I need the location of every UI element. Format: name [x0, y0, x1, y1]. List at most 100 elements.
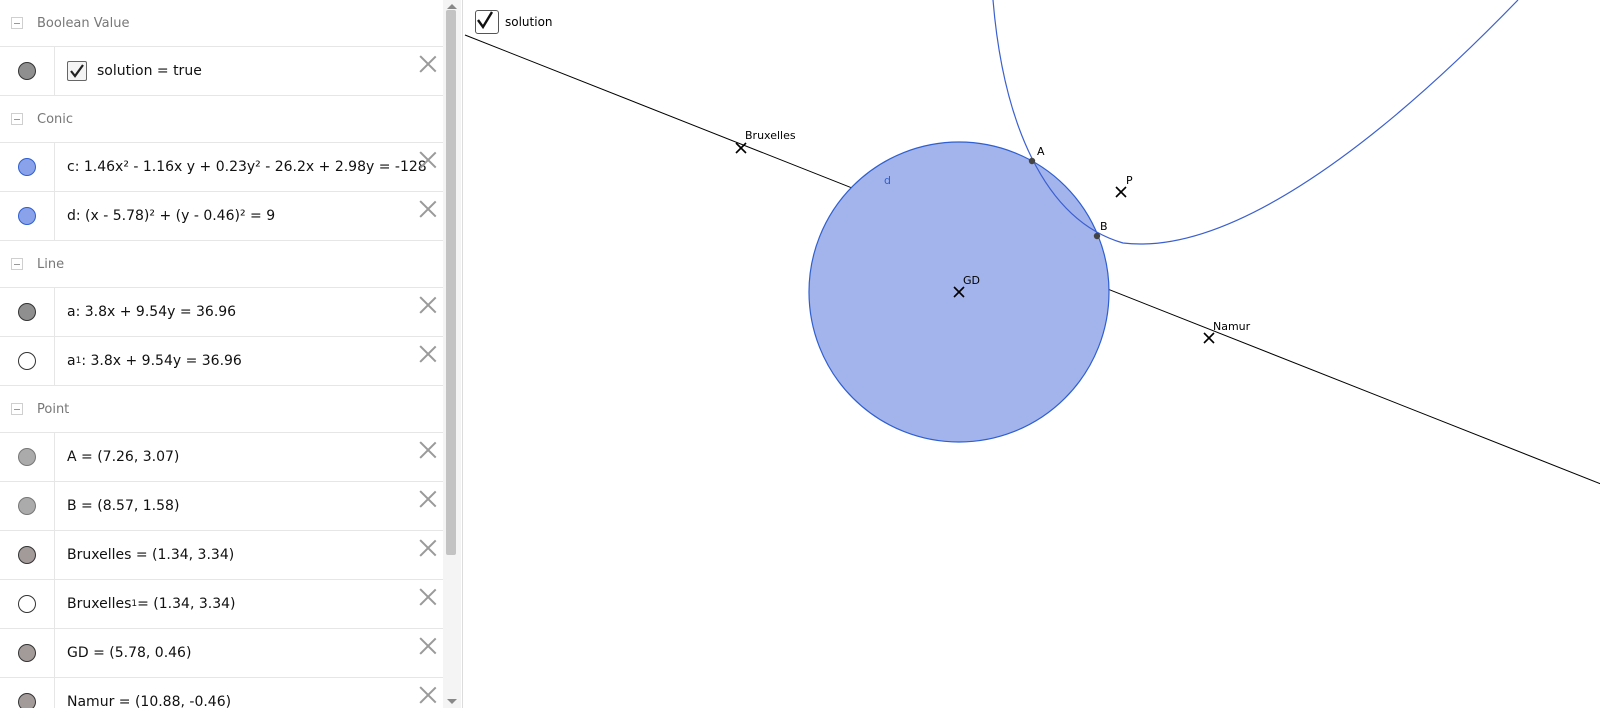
marble-cell[interactable] [0, 531, 55, 579]
marble-cell[interactable] [0, 143, 55, 191]
marble-cell[interactable] [0, 192, 55, 240]
delete-icon[interactable] [419, 686, 437, 704]
delete-icon[interactable] [419, 345, 437, 363]
row-label: a: 3.8x + 9.54y = 36.96 [67, 304, 237, 320]
delete-icon[interactable] [419, 588, 437, 606]
collapse-icon[interactable] [11, 403, 23, 415]
row-content[interactable]: Namur = (10.88, -0.46) [55, 694, 443, 708]
marble-cell[interactable] [0, 629, 55, 677]
visibility-marble-icon[interactable] [18, 644, 36, 662]
graphics-solution-checkbox[interactable]: solution [475, 10, 553, 34]
row-label: B = (8.57, 1.58) [67, 498, 180, 514]
row-content[interactable]: Bruxelles 1 = (1.34, 3.34) [55, 596, 443, 612]
group-title: Boolean Value [37, 15, 130, 31]
group-header[interactable]: Conic [0, 96, 443, 142]
row-content[interactable]: GD = (5.78, 0.46) [55, 645, 443, 661]
algebra-row-namur[interactable]: Namur = (10.88, -0.46) [0, 677, 443, 708]
marble-cell[interactable] [0, 288, 55, 336]
algebra-row-B[interactable]: B = (8.57, 1.58) [0, 481, 443, 530]
row-content[interactable]: a1: 3.8x + 9.54y = 36.96 [55, 353, 443, 369]
row-label-rest: = (1.34, 3.34) [137, 596, 236, 612]
marble-cell[interactable] [0, 47, 55, 95]
group-title: Conic [37, 111, 74, 127]
visibility-marble-icon[interactable] [18, 693, 36, 708]
graphics-canvas[interactable]: A B d Bruxelles GD P Namur [463, 0, 1600, 708]
row-content[interactable]: c: 1.46x² - 1.16x y + 0.23y² - 26.2x + 2… [55, 159, 443, 175]
point-B-label: B [1100, 220, 1108, 233]
row-content[interactable]: solution = true [55, 61, 443, 81]
delete-icon[interactable] [419, 637, 437, 655]
marble-cell[interactable] [0, 482, 55, 530]
marble-cell[interactable] [0, 433, 55, 481]
visibility-marble-icon[interactable] [18, 595, 36, 613]
row-label: d: (x - 5.78)² + (y - 0.46)² = 9 [67, 208, 276, 224]
delete-icon[interactable] [419, 490, 437, 508]
row-content[interactable]: a: 3.8x + 9.54y = 36.96 [55, 304, 443, 320]
row-label: Namur = (10.88, -0.46) [67, 694, 232, 708]
point-namur[interactable] [1203, 332, 1215, 344]
row-content[interactable]: B = (8.57, 1.58) [55, 498, 443, 514]
delete-icon[interactable] [419, 441, 437, 459]
point-p[interactable] [1115, 186, 1127, 198]
point-A[interactable] [1028, 157, 1036, 165]
row-content[interactable]: d: (x - 5.78)² + (y - 0.46)² = 9 [55, 208, 443, 224]
algebra-row-bruxelles[interactable]: Bruxelles = (1.34, 3.34) [0, 530, 443, 579]
point-A-label: A [1037, 145, 1045, 158]
solution-checkbox-label: solution [505, 15, 553, 29]
circle-d-label: d [884, 174, 891, 187]
visibility-marble-icon[interactable] [18, 62, 36, 80]
group-header[interactable]: Boolean Value [0, 0, 443, 46]
visibility-marble-icon[interactable] [18, 158, 36, 176]
graphics-view[interactable]: A B d Bruxelles GD P Namur solution [462, 0, 1600, 708]
delete-icon[interactable] [419, 55, 437, 73]
collapse-icon[interactable] [11, 17, 23, 29]
scroll-down-arrow-icon[interactable] [447, 699, 457, 704]
point-p-label: P [1126, 174, 1133, 187]
marble-cell[interactable] [0, 580, 55, 628]
row-content[interactable]: A = (7.26, 3.07) [55, 449, 443, 465]
group-line: Line a: 3.8x + 9.54y = 36.96 a1: 3.8x + … [0, 241, 443, 386]
collapse-icon[interactable] [11, 258, 23, 270]
row-label-name: a [67, 353, 76, 369]
row-label: A = (7.26, 3.07) [67, 449, 180, 465]
algebra-view: Boolean Value solution = true Conic c: 1… [0, 0, 444, 708]
algebra-row-a1[interactable]: a1: 3.8x + 9.54y = 36.96 [0, 336, 443, 386]
delete-icon[interactable] [419, 151, 437, 169]
point-B[interactable] [1093, 232, 1101, 240]
row-label: GD = (5.78, 0.46) [67, 645, 192, 661]
delete-icon[interactable] [419, 296, 437, 314]
row-label: c: 1.46x² - 1.16x y + 0.23y² - 26.2x + 2… [67, 159, 427, 175]
algebra-row-solution[interactable]: solution = true [0, 46, 443, 96]
checkmark-icon [477, 11, 494, 30]
scroll-thumb[interactable] [446, 10, 456, 555]
visibility-marble-icon[interactable] [18, 303, 36, 321]
algebra-row-d[interactable]: d: (x - 5.78)² + (y - 0.46)² = 9 [0, 191, 443, 241]
algebra-row-A[interactable]: A = (7.26, 3.07) [0, 432, 443, 481]
marble-cell[interactable] [0, 337, 55, 385]
visibility-marble-icon[interactable] [18, 497, 36, 515]
algebra-row-gd[interactable]: GD = (5.78, 0.46) [0, 628, 443, 677]
visibility-marble-icon[interactable] [18, 352, 36, 370]
solution-checkbox-box[interactable] [475, 10, 499, 34]
group-header[interactable]: Point [0, 386, 443, 432]
algebra-row-bruxelles1[interactable]: Bruxelles 1 = (1.34, 3.34) [0, 579, 443, 628]
algebra-row-c[interactable]: c: 1.46x² - 1.16x y + 0.23y² - 26.2x + 2… [0, 142, 443, 191]
solution-checkbox[interactable] [67, 61, 87, 81]
visibility-marble-icon[interactable] [18, 448, 36, 466]
group-conic: Conic c: 1.46x² - 1.16x y + 0.23y² - 26.… [0, 96, 443, 241]
visibility-marble-icon[interactable] [18, 207, 36, 225]
visibility-marble-icon[interactable] [18, 546, 36, 564]
row-label: Bruxelles = (1.34, 3.34) [67, 547, 235, 563]
checkmark-icon [70, 64, 84, 78]
delete-icon[interactable] [419, 539, 437, 557]
scroll-up-arrow-icon[interactable] [447, 4, 457, 9]
delete-icon[interactable] [419, 200, 437, 218]
collapse-icon[interactable] [11, 113, 23, 125]
marble-cell[interactable] [0, 678, 55, 708]
group-boolean-value: Boolean Value solution = true [0, 0, 443, 96]
row-content[interactable]: Bruxelles = (1.34, 3.34) [55, 547, 443, 563]
algebra-row-a[interactable]: a: 3.8x + 9.54y = 36.96 [0, 287, 443, 336]
algebra-scrollbar[interactable] [443, 0, 461, 708]
group-title: Line [37, 256, 65, 272]
group-header[interactable]: Line [0, 241, 443, 287]
